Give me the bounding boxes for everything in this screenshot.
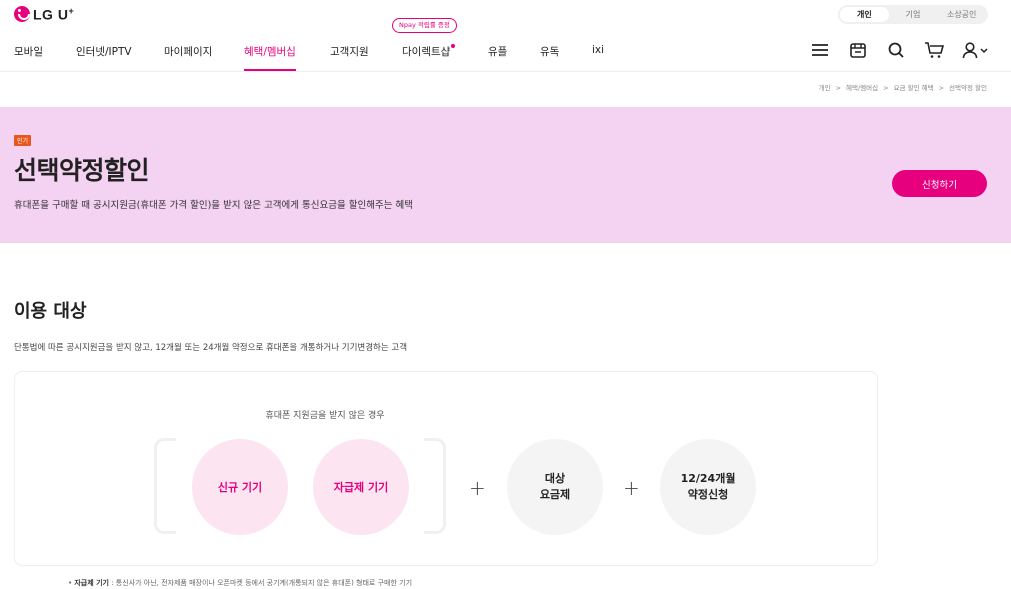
nav-item-direct-shop-label: 다이렉트샵: [402, 46, 451, 58]
breadcrumb: 개인 > 혜택/멤버십 > 요금 할인 혜택 > 선택약정 할인: [819, 82, 987, 92]
segment-business[interactable]: 기업: [889, 7, 938, 22]
main-nav: 모바일 인터넷/IPTV 마이페이지 혜택/멤버십 고객지원 Npay 적립률 …: [0, 18, 1011, 72]
contract-line2: 약정신청: [687, 488, 729, 501]
logo-icon: [14, 6, 30, 23]
left-bracket: [154, 438, 176, 534]
nav-item-ixi[interactable]: ixi: [592, 44, 604, 56]
breadcrumb-item[interactable]: 개인: [819, 84, 831, 92]
breadcrumb-item[interactable]: 요금 할인 혜택: [894, 84, 934, 92]
footnote-text: : 통신사가 아닌, 전자제품 매장이나 오픈마켓 등에서 공기계(개통되지 않…: [109, 579, 413, 587]
nav-item-mypage[interactable]: 마이페이지: [164, 44, 212, 59]
eligibility-card: 휴대폰 지원금을 받지 않은 경우 신규 기기 자급제 기기 + 대상요금제 +…: [14, 371, 878, 566]
chevron-right-icon: >: [938, 84, 945, 92]
nav-item-uplus[interactable]: 유플: [488, 44, 507, 59]
breadcrumb-current: 선택약정 할인: [949, 84, 987, 92]
nav-item-support[interactable]: 고객지원: [330, 44, 369, 59]
plus-icon: +: [623, 476, 640, 500]
nav-icons: [809, 40, 991, 60]
cart-icon[interactable]: [923, 40, 945, 60]
logo-text: LG U: [33, 6, 69, 23]
segment-personal[interactable]: 개인: [840, 7, 889, 22]
nav-item-benefits[interactable]: 혜택/멤버십: [244, 44, 296, 71]
hero-banner: 인기 선택약정할인 휴대폰을 구매할 때 공시지원금(휴대폰 가격 할인)을 받…: [0, 107, 1011, 243]
store-icon[interactable]: [847, 40, 869, 60]
footnote-term: 자급제 기기: [74, 579, 109, 587]
breadcrumb-item[interactable]: 혜택/멤버십: [846, 84, 878, 92]
apply-button[interactable]: 신청하기: [892, 170, 987, 197]
search-icon[interactable]: [885, 40, 907, 60]
logo-sup: +: [68, 6, 75, 16]
target-plan-line1: 대상: [544, 472, 566, 485]
contract-circle: 12/24개월약정신청: [660, 439, 756, 535]
customer-type-toggle: 개인 기업 소상공인: [838, 5, 988, 24]
hero-description: 휴대폰을 구매할 때 공시지원금(휴대폰 가격 할인)을 받지 않은 고객에게 …: [14, 200, 413, 211]
contract-line1: 12/24개월: [680, 472, 736, 485]
segment-small-business[interactable]: 소상공인: [937, 7, 986, 22]
unlocked-device-circle: 자급제 기기: [313, 439, 409, 535]
section-title: 이용 대상: [14, 301, 87, 322]
popular-badge: 인기: [14, 135, 32, 146]
menu-icon[interactable]: [809, 40, 831, 60]
target-plan-circle: 대상요금제: [507, 439, 603, 535]
chevron-right-icon: >: [883, 84, 889, 92]
page-title: 선택약정할인: [14, 156, 150, 185]
right-bracket: [424, 438, 446, 534]
user-icon[interactable]: [961, 40, 991, 60]
nav-item-direct-shop[interactable]: 다이렉트샵: [402, 44, 456, 59]
lgu-logo[interactable]: LG U+: [14, 6, 74, 23]
section-description: 단통법에 따른 공시지원금을 받지 않고, 12개월 또는 24개월 약정으로 …: [14, 343, 408, 353]
chevron-right-icon: >: [835, 84, 842, 92]
new-dot-icon: [451, 44, 456, 48]
npay-badge: Npay 적립률 증정: [392, 18, 457, 33]
top-bar: LG U+ 개인 기업 소상공인: [0, 0, 1011, 30]
card-caption: 휴대폰 지원금을 받지 않은 경우: [265, 411, 385, 421]
target-plan-line2: 요금제: [539, 488, 571, 501]
plus-icon: +: [469, 476, 486, 500]
nav-item-mobile[interactable]: 모바일: [14, 44, 43, 59]
new-device-circle: 신규 기기: [192, 439, 288, 535]
nav-item-udok[interactable]: 유독: [540, 44, 559, 59]
footnote: • 자급제 기기 : 통신사가 아닌, 전자제품 매장이나 오픈마켓 등에서 공…: [68, 579, 413, 587]
nav-item-internet-iptv[interactable]: 인터넷/IPTV: [76, 44, 132, 59]
